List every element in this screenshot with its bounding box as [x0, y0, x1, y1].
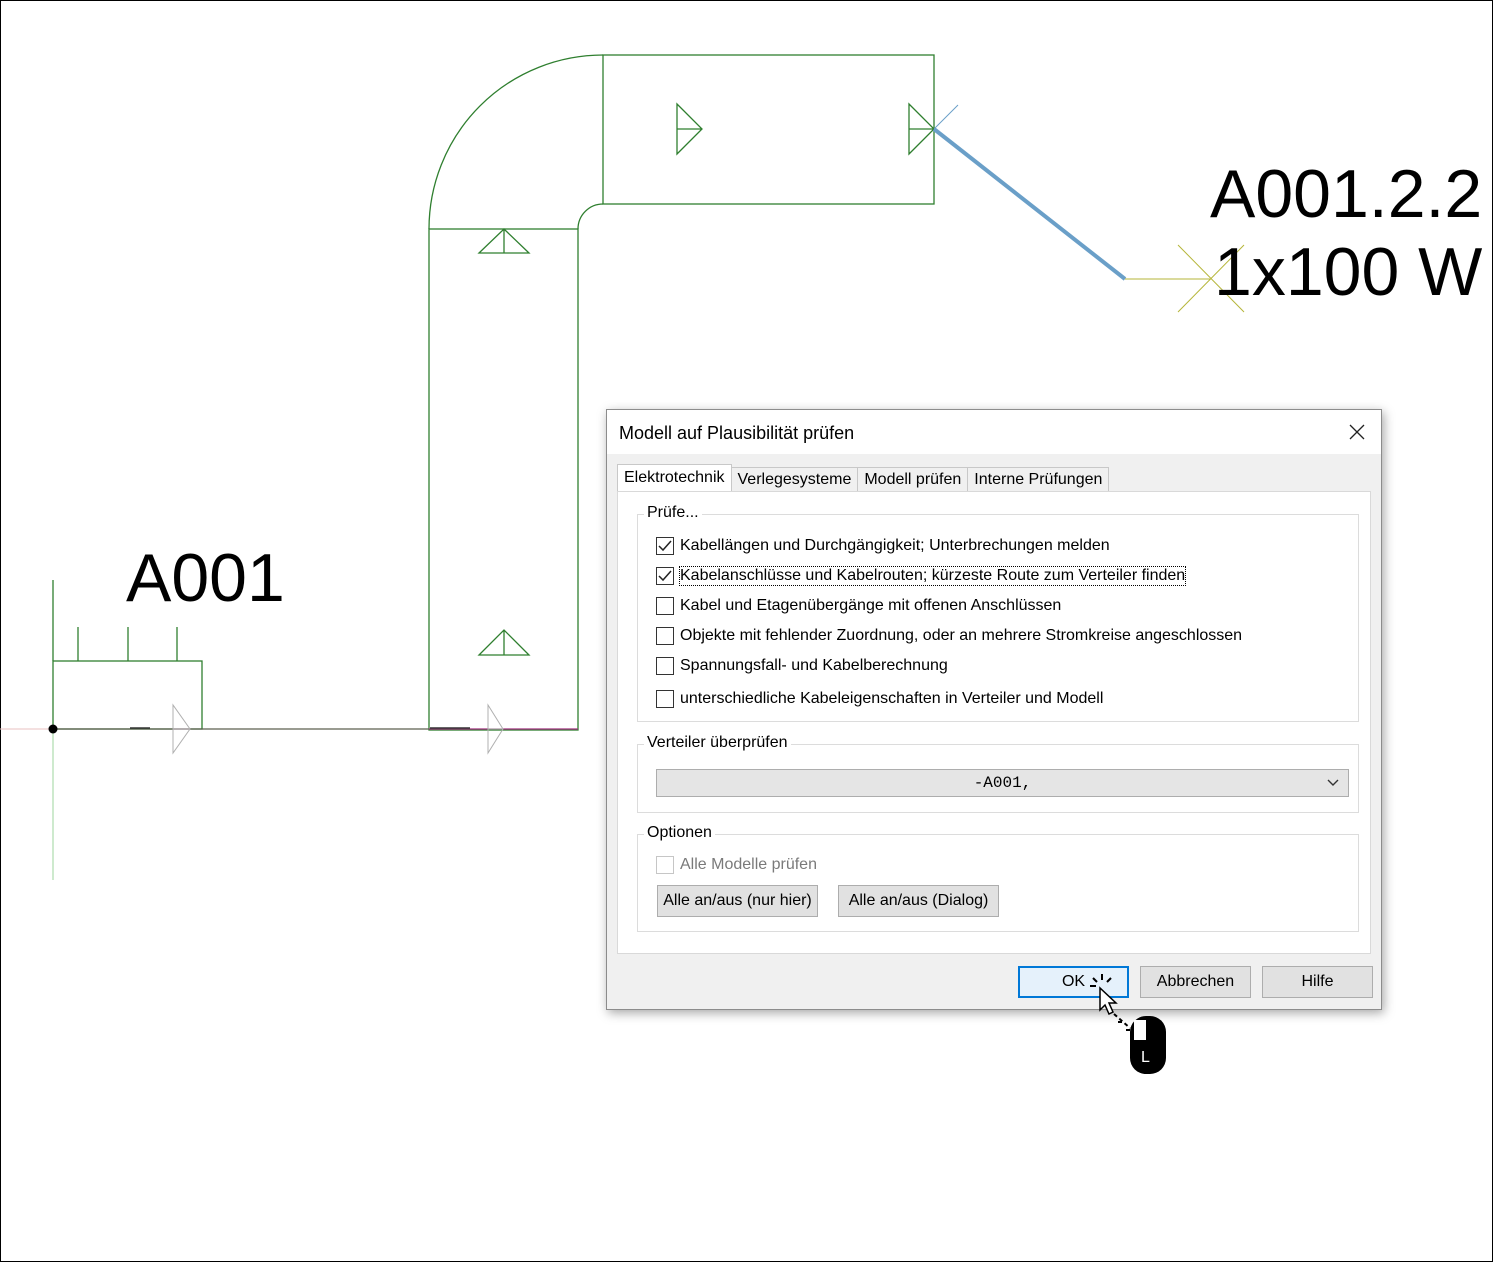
tray-direction-arrow	[676, 102, 703, 156]
plausibility-dialog: Modell auf Plausibilität prüfen Elektrot…	[606, 409, 1382, 1010]
tray-direction-arrow	[477, 629, 531, 656]
distributor-group-legend: Verteiler überprüfen	[644, 734, 791, 752]
cable-route[interactable]	[932, 127, 1127, 281]
checkbox[interactable]	[656, 537, 674, 555]
pointer-trail	[1118, 1021, 1130, 1031]
wire-arrow	[487, 703, 504, 755]
check-item-label: Kabellängen und Durchgängigkeit; Unterbr…	[680, 537, 1110, 554]
circuit-label: A001.2.2	[1210, 156, 1483, 232]
distributor-group: Verteiler überprüfen -A001,	[637, 734, 1359, 813]
click-burst	[1090, 974, 1112, 987]
tray-direction-arrow	[908, 102, 935, 156]
distributor-label: A001	[126, 540, 285, 616]
all-models-label: Alle Modelle prüfen	[680, 856, 817, 873]
checkmark-icon	[658, 540, 672, 552]
tray-elbow-outer	[428, 54, 604, 230]
check-group-legend: Prüfe...	[644, 504, 702, 522]
check-item[interactable]: Kabel und Etagenübergänge mit offenen An…	[656, 597, 1061, 615]
options-group: Optionen Alle Modelle prüfen Alle an/aus…	[637, 824, 1359, 932]
load-label: 1x100 W	[1214, 234, 1483, 310]
tray-direction-arrow	[477, 228, 531, 254]
wire-arrow	[172, 703, 191, 755]
check-item[interactable]: Kabelanschlüsse und Kabelrouten; kürzest…	[656, 566, 1187, 586]
tray-elbow-inner	[577, 203, 604, 230]
check-item-label: Spannungsfall- und Kabelberechnung	[680, 657, 948, 674]
toggle-all-dialog-button[interactable]: Alle an/aus (Dialog)	[838, 885, 999, 917]
options-group-legend: Optionen	[644, 824, 715, 842]
checkbox[interactable]	[656, 627, 674, 645]
tab-modell-pruefen[interactable]: Modell prüfen	[857, 467, 969, 491]
checkbox[interactable]	[656, 567, 674, 585]
mouse-left-button	[1134, 1020, 1146, 1040]
check-item[interactable]: Kabellängen und Durchgängigkeit; Unterbr…	[656, 537, 1110, 555]
distributor-select[interactable]: -A001,	[656, 769, 1349, 797]
check-item[interactable]: unterschiedliche Kabeleigenschaften in V…	[656, 690, 1103, 708]
dialog-title: Modell auf Plausibilität prüfen	[619, 423, 855, 443]
check-group: Prüfe... Kabellängen und Durchgängigkeit…	[637, 504, 1359, 722]
distributor-terminals	[77, 627, 178, 661]
close-button[interactable]	[1339, 416, 1375, 448]
mouse-button-letter: L	[1141, 1049, 1150, 1066]
checkbox	[656, 856, 674, 874]
dialog-titlebar[interactable]: Modell auf Plausibilität prüfen	[607, 410, 1381, 454]
tab-elektrotechnik[interactable]: Elektrotechnik	[617, 464, 732, 491]
checkbox[interactable]	[656, 597, 674, 615]
distributor-box	[52, 660, 203, 730]
cable-route-tick	[933, 104, 959, 130]
check-item-label: Kabelanschlüsse und Kabelrouten; kürzest…	[678, 566, 1187, 586]
help-button[interactable]: Hilfe	[1262, 966, 1373, 998]
toggle-all-here-button[interactable]: Alle an/aus (nur hier)	[657, 885, 818, 917]
tab-bar: Elektrotechnik Verlegesysteme Modell prü…	[617, 464, 1110, 491]
chevron-down-icon	[1327, 779, 1339, 786]
tab-interne-pruefungen[interactable]: Interne Prüfungen	[967, 467, 1110, 491]
checkmark-icon	[658, 570, 672, 582]
check-item-label: unterschiedliche Kabeleigenschaften in V…	[680, 690, 1104, 707]
all-models-option: Alle Modelle prüfen	[656, 856, 817, 874]
checkbox[interactable]	[656, 690, 674, 708]
tab-panel: Prüfe... Kabellängen und Durchgängigkeit…	[617, 491, 1371, 954]
distributor-select-value: -A001,	[973, 774, 1032, 792]
mouse-left-click-icon: L	[1090, 974, 1166, 1074]
connection-point	[48, 724, 58, 734]
close-icon	[1349, 424, 1365, 440]
pointer-arrow	[1099, 986, 1118, 1016]
tab-verlegesysteme[interactable]: Verlegesysteme	[730, 467, 859, 491]
check-item-label: Kabel und Etagenübergänge mit offenen An…	[680, 597, 1062, 614]
tray-horizontal-segment	[602, 54, 935, 205]
checkbox[interactable]	[656, 657, 674, 675]
check-item-label: Objekte mit fehlender Zuordnung, oder an…	[680, 627, 1243, 644]
check-item[interactable]: Objekte mit fehlender Zuordnung, oder an…	[656, 627, 1242, 645]
check-item[interactable]: Spannungsfall- und Kabelberechnung	[656, 657, 948, 675]
